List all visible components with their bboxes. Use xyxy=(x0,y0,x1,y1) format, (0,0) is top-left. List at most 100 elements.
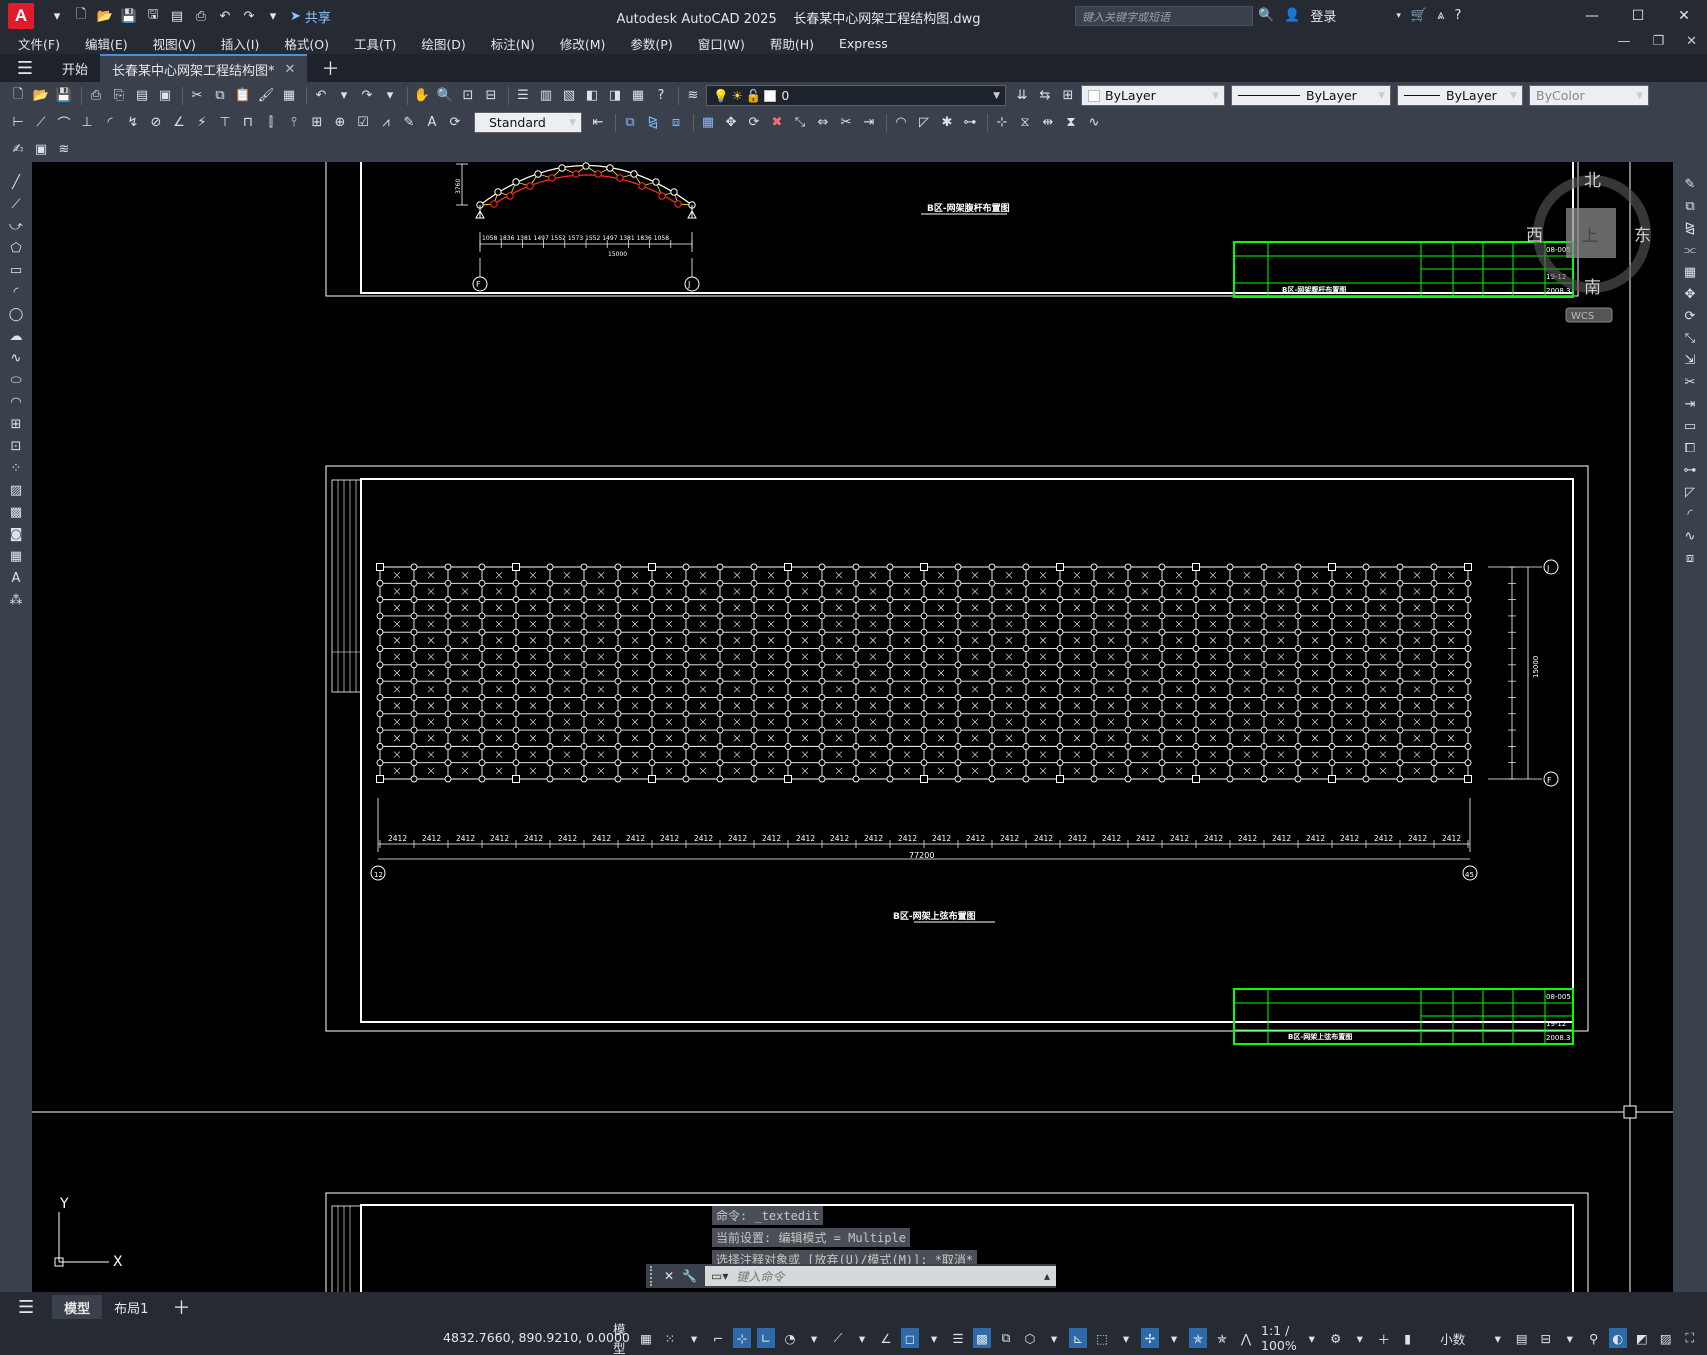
jogged-dimension-icon[interactable]: ↯ xyxy=(123,113,143,133)
explode-icon[interactable]: ⧈ xyxy=(1680,548,1700,568)
command-prompt-icon[interactable]: ▭▾ xyxy=(711,1269,728,1283)
offset-icon[interactable]: ⫗ xyxy=(1680,240,1700,260)
autocad-logo-icon[interactable]: A xyxy=(8,3,34,29)
continue-dimension-icon[interactable]: ⊓ xyxy=(238,113,258,133)
align-icon[interactable]: ⧗ xyxy=(1061,113,1081,133)
save-as-icon[interactable]: 🖫 xyxy=(144,7,162,25)
graphics-performance-icon[interactable]: ◐ xyxy=(1608,1328,1627,1348)
chevron-down-icon[interactable]: ▾ xyxy=(1489,1328,1507,1348)
publish-icon[interactable]: ▤ xyxy=(168,7,186,25)
selection-filter-icon[interactable]: ⬚ xyxy=(1093,1328,1111,1348)
maximize-icon[interactable]: ☐ xyxy=(1615,0,1661,32)
lineweight-icon[interactable]: ☰ xyxy=(949,1328,967,1348)
plot-preview-icon[interactable]: ⎘ xyxy=(109,86,129,106)
trim-icon[interactable]: ✂ xyxy=(1680,372,1700,392)
break-at-point-icon[interactable]: ▭ xyxy=(1680,416,1700,436)
menu-parametric[interactable]: 参数(P) xyxy=(630,34,672,53)
close-icon[interactable]: ✕ xyxy=(1661,0,1707,32)
make-current-layer-icon[interactable]: ⇊ xyxy=(1012,86,1032,106)
linear-dimension-icon[interactable]: ⊢ xyxy=(8,113,28,133)
inspection-icon[interactable]: ☑ xyxy=(353,113,373,133)
workspace-gear-icon[interactable]: ⚙ xyxy=(1327,1328,1345,1348)
circle-icon[interactable]: ◯ xyxy=(6,304,26,324)
join-icon[interactable]: ⊶ xyxy=(1680,460,1700,480)
jogged-linear-icon[interactable]: ⩘ xyxy=(376,113,396,133)
join-icon[interactable]: ⊶ xyxy=(960,113,980,133)
new-file-icon[interactable]: 🗋 xyxy=(72,7,90,25)
chevron-down-icon[interactable]: ▾ xyxy=(1117,1328,1135,1348)
spline-icon[interactable]: ∿ xyxy=(6,348,26,368)
redo-icon[interactable]: ↷ xyxy=(357,86,377,106)
diameter-dimension-icon[interactable]: ⊘ xyxy=(146,113,166,133)
dimension-space-icon[interactable]: ⫿ xyxy=(261,113,281,133)
layer-dropdown[interactable]: 💡 ☀ 🔓 0 ▼ xyxy=(706,85,1006,106)
layer-walk-icon[interactable]: ≋ xyxy=(54,139,74,159)
polyline-icon[interactable]: ⤻ xyxy=(6,216,26,236)
menu-insert[interactable]: 插入(I) xyxy=(221,34,259,53)
block-editor-icon[interactable]: ▦ xyxy=(279,86,299,106)
snap-icon[interactable]: ⁙ xyxy=(661,1328,679,1348)
chevron-down-icon[interactable]: ▾ xyxy=(1165,1328,1183,1348)
open-folder-icon[interactable]: 📂 xyxy=(31,86,51,106)
extend-icon[interactable]: ⇥ xyxy=(859,113,879,133)
annotation-scale-value[interactable]: 1:1 / 100% xyxy=(1261,1323,1297,1353)
linetype-dropdown[interactable]: ByLayer ▼ xyxy=(1231,85,1391,106)
dimension-text-edit-icon[interactable]: A xyxy=(422,113,442,133)
tolerance-icon[interactable]: ⊞ xyxy=(307,113,327,133)
add-layout-icon[interactable]: ＋ xyxy=(160,1295,202,1319)
drag-handle[interactable] xyxy=(650,1266,658,1286)
calculator-icon[interactable]: ▦ xyxy=(628,86,648,106)
arc-icon[interactable]: ◜ xyxy=(6,282,26,302)
offset-icon[interactable]: ⧈ xyxy=(666,113,686,133)
doc-restore-icon[interactable]: ❐ xyxy=(1652,34,1664,49)
dynamic-input-icon[interactable]: ⊹ xyxy=(733,1328,751,1348)
customize-qat-icon[interactable]: ▾ xyxy=(264,7,282,25)
dropdown-arrow-icon[interactable]: ▾ xyxy=(48,7,66,25)
properties-icon[interactable]: ☰ xyxy=(513,86,533,106)
user-icon[interactable]: 👤 xyxy=(1284,8,1300,23)
annotation-monitor-icon[interactable]: ＋ xyxy=(1375,1328,1393,1348)
wcs-menu[interactable]: WCS xyxy=(1571,311,1594,322)
doc-close-icon[interactable]: ✕ xyxy=(1686,34,1697,49)
close-tab-icon[interactable]: ✕ xyxy=(285,62,296,77)
tool-palettes-icon[interactable]: ▧ xyxy=(559,86,579,106)
array-icon[interactable]: ▦ xyxy=(698,113,718,133)
menu-format[interactable]: 格式(O) xyxy=(284,34,329,53)
model-space-button[interactable]: 模型 xyxy=(613,1322,631,1355)
fullscreen-icon[interactable]: ⛶ xyxy=(1681,1328,1699,1348)
color-dropdown[interactable]: ByLayer ▼ xyxy=(1081,85,1225,106)
multiline-text-icon[interactable]: A xyxy=(6,568,26,588)
menu-file[interactable]: 文件(F) xyxy=(18,34,60,53)
pan-icon[interactable]: ✋ xyxy=(412,86,432,106)
fillet-icon[interactable]: ◠ xyxy=(891,113,911,133)
selection-cycling-icon[interactable]: ⧉ xyxy=(997,1328,1015,1348)
viewcube-top-label[interactable]: 上 xyxy=(1582,226,1598,245)
design-center-icon[interactable]: ▥ xyxy=(536,86,556,106)
menu-tools[interactable]: 工具(T) xyxy=(354,34,396,53)
radius-dimension-icon[interactable]: ◜ xyxy=(100,113,120,133)
close-command-line-icon[interactable]: ✕ xyxy=(664,1269,674,1283)
chevron-down-icon[interactable]: ▾ xyxy=(1303,1328,1321,1348)
move-icon[interactable]: ✥ xyxy=(1680,284,1700,304)
blend-curves-icon[interactable]: ∿ xyxy=(1084,113,1104,133)
chevron-down-icon[interactable]: ▾ xyxy=(1351,1328,1369,1348)
ortho-icon[interactable]: ∟ xyxy=(757,1328,775,1348)
mirror-icon[interactable]: ⧎ xyxy=(643,113,663,133)
rotate-icon[interactable]: ⟳ xyxy=(744,113,764,133)
add-selected-icon[interactable]: ⁂ xyxy=(6,590,26,610)
chevron-up-icon[interactable]: ▴ xyxy=(1044,1269,1050,1283)
explode-icon[interactable]: ✱ xyxy=(937,113,957,133)
layer-states-icon[interactable]: ⊞ xyxy=(1058,86,1078,106)
insert-block-icon[interactable]: ⊞ xyxy=(6,414,26,434)
make-block-icon[interactable]: ⊡ xyxy=(6,436,26,456)
undo-icon[interactable]: ↶ xyxy=(311,86,331,106)
undo-dropdown-icon[interactable]: ▾ xyxy=(334,86,354,106)
dimension-style-dropdown[interactable]: Standard ▼ xyxy=(474,112,582,133)
table-icon[interactable]: ▦ xyxy=(6,546,26,566)
publish-icon[interactable]: ▤ xyxy=(132,86,152,106)
gradient-icon[interactable]: ▩ xyxy=(6,502,26,522)
gizmo-icon[interactable]: ✢ xyxy=(1141,1328,1159,1348)
annotation-visibility-icon[interactable]: ✯ xyxy=(1189,1328,1207,1348)
annotation-scale-icon[interactable]: ⋀ xyxy=(1237,1328,1255,1348)
markup-icon[interactable]: ◨ xyxy=(605,86,625,106)
